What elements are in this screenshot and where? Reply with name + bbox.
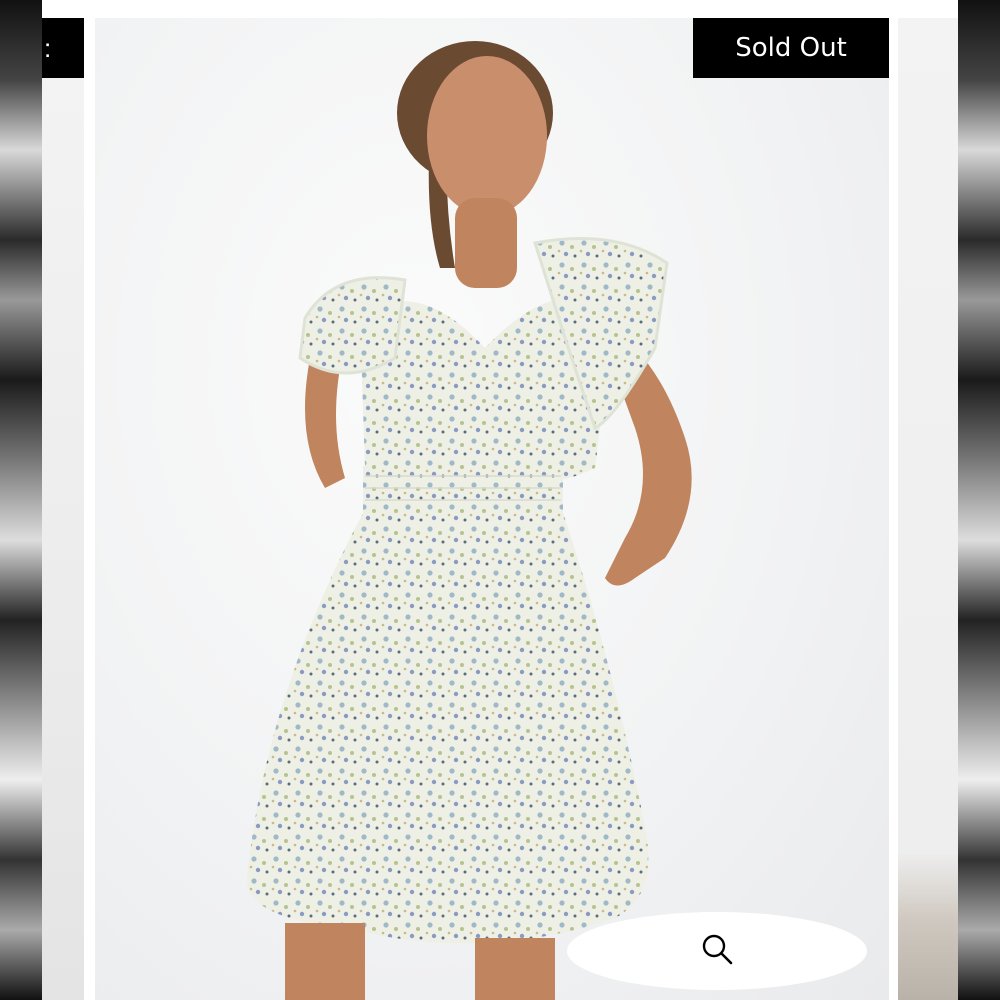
sold-out-badge: Sold Out <box>693 18 889 78</box>
right-edge-bar <box>958 0 1000 1000</box>
left-edge-bar <box>0 0 42 1000</box>
product-gallery: : Sold Out <box>0 0 1000 1000</box>
next-slide-peek[interactable] <box>898 18 958 1000</box>
search-icon <box>700 932 734 971</box>
previous-slide-peek[interactable] <box>42 18 84 1000</box>
product-photo[interactable] <box>95 18 889 1000</box>
zoom-search-button[interactable] <box>567 912 867 990</box>
product-photo-illustration <box>246 41 692 1000</box>
previous-slide-badge: : <box>42 18 84 78</box>
